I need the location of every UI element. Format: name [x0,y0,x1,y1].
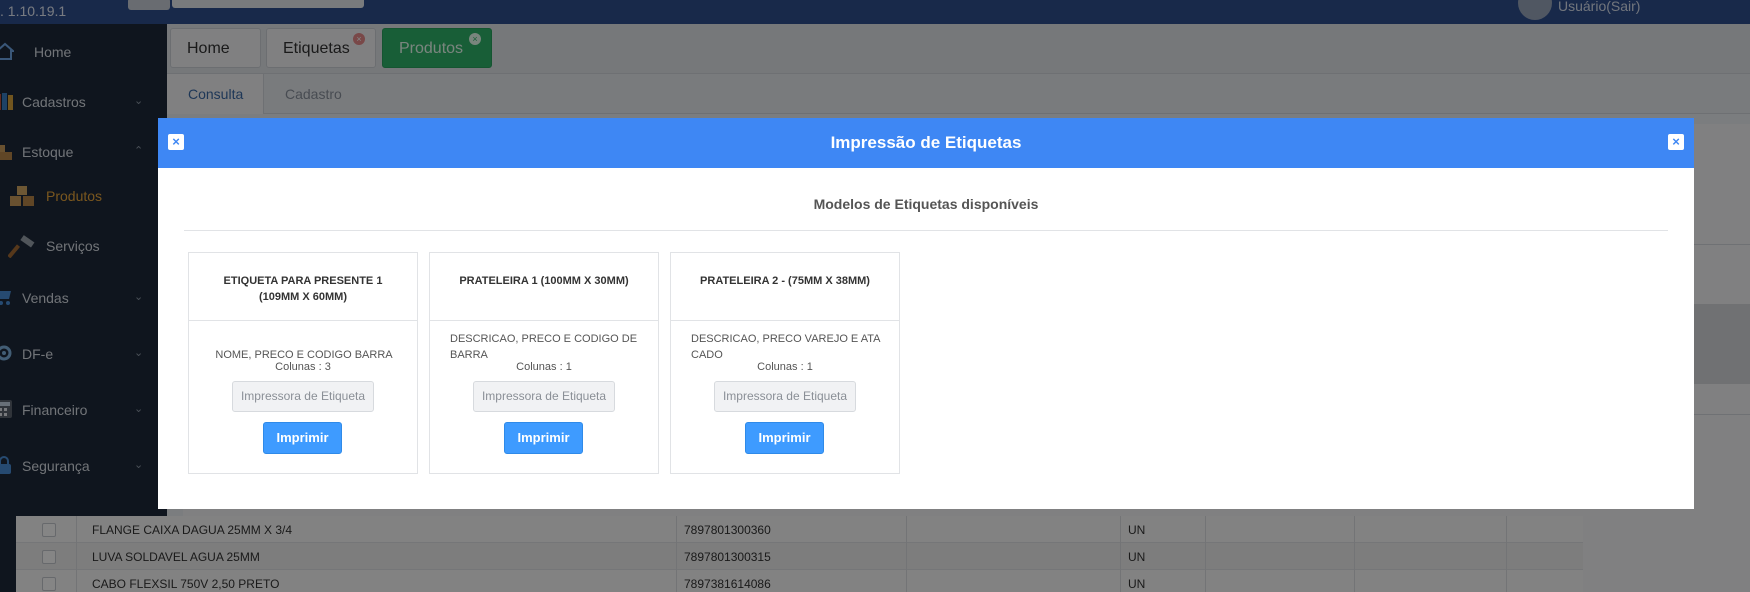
printer-select[interactable]: Impressora de Etiqueta [473,381,615,412]
print-button[interactable]: Imprimir [504,422,583,454]
print-button[interactable]: Imprimir [263,422,342,454]
card-columns: Colunas : 1 [516,361,572,373]
card-title: PRATELEIRA 2 - (75MM X 38MM) [671,253,899,321]
label-print-modal: × Impressão de Etiquetas × Modelos de Et… [158,118,1694,509]
label-model-card: PRATELEIRA 2 - (75MM X 38MM) DESCRICAO, … [670,252,900,474]
print-button[interactable]: Imprimir [745,422,824,454]
label-model-card: PRATELEIRA 1 (100MM X 30MM) DESCRICAO, P… [429,252,659,474]
card-description: DESCRICAO, PRECO VAREJO E ATACADO [691,333,881,361]
label-model-card: ETIQUETA PARA PRESENTE 1 (109MM X 60MM) … [188,252,418,474]
close-icon[interactable]: × [1668,134,1684,150]
modal-title: Impressão de Etiquetas [830,133,1022,152]
modal-subtitle: Modelos de Etiquetas disponíveis [813,196,1039,212]
card-columns: Colunas : 1 [757,361,813,373]
card-title: ETIQUETA PARA PRESENTE 1 (109MM X 60MM) [189,253,417,321]
printer-select[interactable]: Impressora de Etiqueta [714,381,856,412]
card-columns: Colunas : 3 [275,361,331,373]
card-description: DESCRICAO, PRECO E CODIGO DE BARRA [450,333,638,361]
card-title: PRATELEIRA 1 (100MM X 30MM) [430,253,658,321]
divider [184,230,1668,231]
modal-header: × Impressão de Etiquetas × [158,118,1694,168]
printer-select[interactable]: Impressora de Etiqueta [232,381,374,412]
